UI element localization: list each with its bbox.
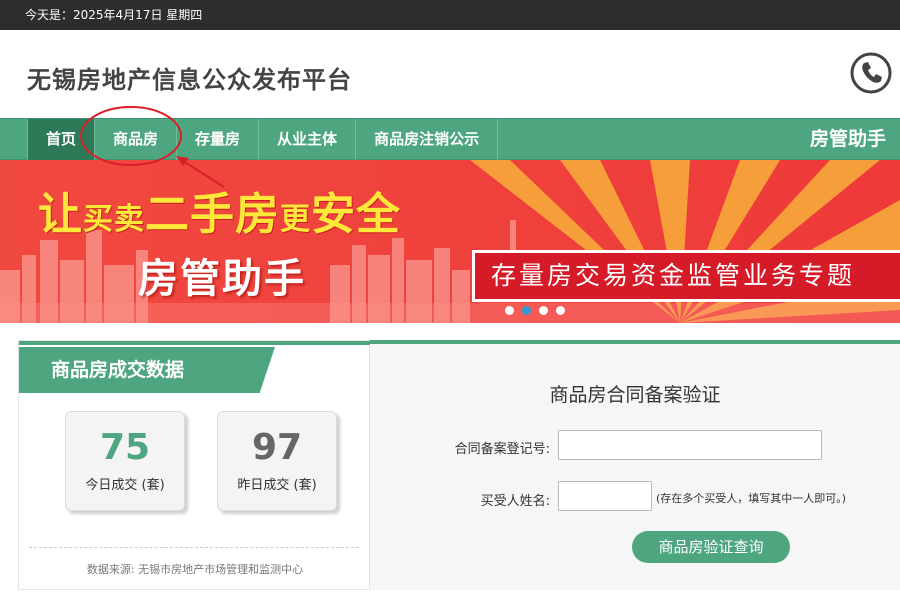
yesterday-sales-value: 97 (251, 427, 303, 468)
special-topic-link[interactable]: 存量房交易资金监管业务专题 (472, 250, 900, 302)
verify-title: 商品房合同备案验证 (549, 384, 721, 406)
nav-item-home[interactable]: 首页 (27, 119, 96, 160)
promo-banner[interactable]: 让买卖二手房更安全 房管助手 存量房交易资金监管业务专题 (0, 160, 900, 323)
current-date: 今天是：2025年4月17日 星期四 (25, 8, 203, 22)
slogan-part: 让 (38, 189, 83, 240)
carousel-dot-3[interactable] (539, 306, 548, 315)
nav-item-label: 首页 (46, 130, 77, 148)
nav-items: 首页 商品房 存量房 从业主体 商品房注销公示 (27, 119, 499, 160)
verify-query-button[interactable]: 商品房验证查询 (632, 531, 790, 563)
slogan-part: 二手房 (145, 189, 280, 240)
nav-item-resale-homes[interactable]: 存量房 (177, 119, 260, 160)
buyer-name-input[interactable] (558, 481, 652, 511)
contract-number-label: 合同备案登记号: (454, 442, 550, 457)
site-title: 无锡房地产信息公众发布平台 (27, 66, 352, 94)
data-source: 数据来源: 无锡市房地产市场管理和监测中心 (86, 563, 304, 576)
main-nav: 首页 商品房 存量房 从业主体 商品房注销公示 房管助手 (0, 118, 900, 160)
carousel-dot-1[interactable] (505, 306, 514, 315)
stats-header: 商品房成交数据 (19, 347, 275, 393)
today-sales-card: 75 今日成交 (套) (65, 411, 185, 511)
nav-item-cancellation-notice[interactable]: 商品房注销公示 (356, 119, 499, 160)
stats-divider (29, 547, 359, 548)
slogan-part: 买卖 (83, 202, 145, 237)
today-sales-value: 75 (99, 427, 151, 468)
sales-stats-panel: 商品房成交数据 75 今日成交 (套) 97 昨日成交 (套) 数据来源: 无锡… (18, 340, 371, 590)
carousel-dot-2[interactable] (522, 306, 531, 315)
slogan-part: 更 (280, 202, 311, 237)
contract-number-input[interactable] (558, 430, 822, 460)
contract-verify-panel: 商品房合同备案验证 合同备案登记号: 买受人姓名: (存在多个买受人，填写其中一… (370, 340, 900, 590)
nav-item-label: 从业主体 (277, 130, 338, 148)
nav-item-label: 商品房 (113, 130, 159, 148)
yesterday-sales-label: 昨日成交 (套) (237, 478, 317, 493)
nav-item-agencies[interactable]: 从业主体 (259, 119, 357, 160)
slogan-part: 安全 (311, 189, 401, 240)
nav-item-label: 存量房 (195, 130, 241, 148)
nav-item-label: 商品房注销公示 (374, 130, 480, 148)
banner-app-name: 房管助手 (138, 256, 306, 302)
top-date-bar: 今天是：2025年4月17日 星期四 (0, 0, 900, 30)
stats-top-line (19, 341, 371, 345)
banner-slogan: 让买卖二手房更安全 (38, 178, 401, 242)
buyer-name-label: 买受人姓名: (480, 494, 550, 509)
yesterday-sales-card: 97 昨日成交 (套) (217, 411, 337, 511)
site-header: 无锡房地产信息公众发布平台 (0, 30, 900, 118)
nav-housing-assistant[interactable]: 房管助手 (810, 119, 886, 160)
today-sales-label: 今日成交 (套) (85, 478, 165, 493)
carousel-dot-4[interactable] (556, 306, 565, 315)
phone-icon[interactable] (850, 52, 892, 94)
nav-item-new-homes[interactable]: 商品房 (95, 119, 178, 160)
buyer-name-hint: (存在多个买受人，填写其中一人即可。) (656, 492, 847, 505)
carousel-dots (505, 306, 565, 315)
